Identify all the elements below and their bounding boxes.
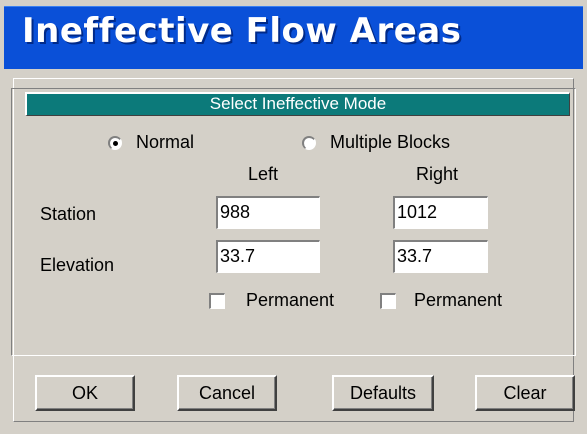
radio-normal-indicator[interactable]	[108, 135, 122, 150]
defaults-button[interactable]: Defaults	[332, 375, 434, 411]
elevation-left-input[interactable]: 33.7	[216, 240, 320, 273]
window-title: Ineffective Flow Areas	[22, 11, 462, 51]
station-left-input[interactable]: 988	[216, 196, 320, 229]
column-left-header: Left	[248, 164, 279, 184]
cancel-button[interactable]: Cancel	[177, 375, 277, 411]
permanent-left-label: Permanent	[246, 290, 335, 310]
station-label: Station	[40, 204, 97, 224]
elevation-right-input[interactable]: 33.7	[393, 240, 488, 273]
radio-multiple-blocks-label: Multiple Blocks	[330, 132, 451, 152]
clear-button[interactable]: Clear	[475, 375, 575, 411]
title-bar[interactable]: Ineffective Flow Areas	[4, 6, 583, 69]
elevation-label: Elevation	[40, 255, 115, 275]
radio-multiple-blocks-indicator[interactable]	[302, 135, 316, 150]
permanent-right-checkbox[interactable]	[380, 293, 396, 309]
permanent-left-checkbox[interactable]	[209, 293, 225, 309]
radio-multiple-blocks[interactable]: Multiple Blocks	[302, 132, 450, 153]
radio-normal[interactable]: Normal	[108, 132, 194, 153]
radio-normal-label: Normal	[136, 132, 195, 152]
permanent-right-label: Permanent	[414, 290, 503, 310]
column-right-header: Right	[416, 164, 459, 184]
station-right-input[interactable]: 1012	[393, 196, 488, 229]
dialog-window: Ineffective Flow Areas Select Ineffectiv…	[0, 0, 587, 434]
ok-button[interactable]: OK	[35, 375, 135, 411]
mode-header: Select Ineffective Mode	[25, 92, 570, 116]
